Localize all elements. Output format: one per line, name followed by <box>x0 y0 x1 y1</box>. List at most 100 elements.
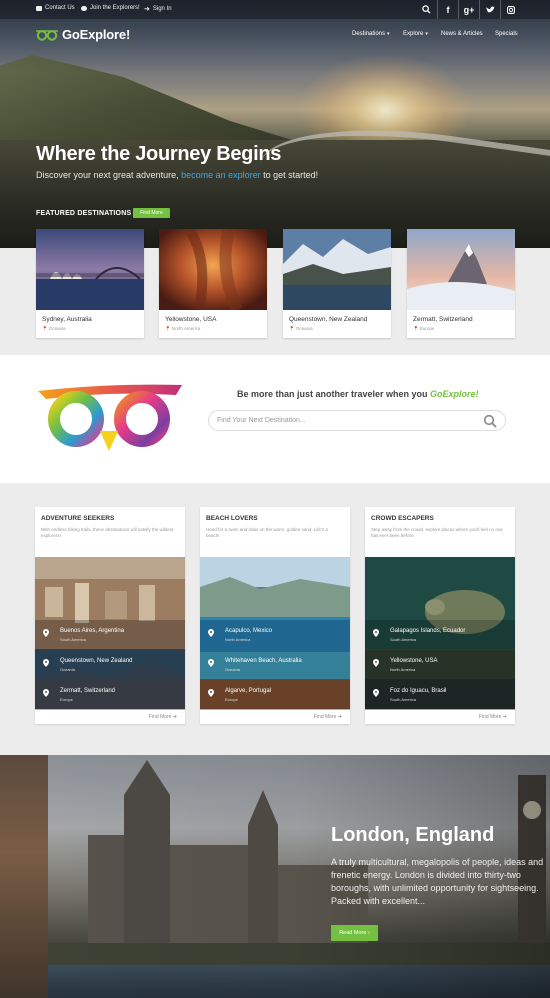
instagram-icon[interactable] <box>500 0 521 19</box>
location-pin-icon <box>208 659 214 667</box>
chat-icon <box>81 5 87 11</box>
chevron-right-icon: › <box>367 930 370 936</box>
card-region-label: Europe <box>419 326 435 331</box>
list-item[interactable]: Whitehaven Beach, Australia Oceania <box>200 650 350 680</box>
brand-logo[interactable]: GoExplore! <box>36 27 130 42</box>
nav-destinations[interactable]: Destinations ▾ <box>352 31 390 37</box>
read-more-button[interactable]: Read More › <box>331 925 378 941</box>
tagline-text: Be more than just another traveler when … <box>237 389 431 399</box>
nav-explore-label: Explore <box>403 31 424 37</box>
contact-us-link[interactable]: Contact Us <box>36 5 75 11</box>
list-item[interactable]: Galapagos Islands, Ecuador South America <box>365 620 515 650</box>
google-plus-icon[interactable]: g+ <box>458 0 479 19</box>
list-item-region: Europe <box>60 697 73 702</box>
nav-destinations-label: Destinations <box>352 31 386 37</box>
twitter-icon[interactable] <box>479 0 500 19</box>
featured-destinations-heading: FEATURED DESTINATIONS <box>36 210 132 217</box>
brand-prefix: Go <box>62 27 80 42</box>
location-pin-icon <box>208 629 214 637</box>
sign-in-link[interactable]: ➜ Sign In <box>144 5 172 13</box>
list-item[interactable]: Foz do Iguacu, Brasil South America <box>365 680 515 710</box>
search-icon[interactable] <box>416 0 437 19</box>
destination-card-sydney[interactable]: Sydney, Australia 📍 Oceania <box>36 229 144 338</box>
category-description: Head for a swim and relax on the warm, g… <box>206 527 328 538</box>
list-item[interactable]: Yellowstone, USA North America <box>365 650 515 680</box>
card-title: Zermatt, Switzerland <box>413 316 473 323</box>
list-item[interactable]: Algarve, Portugal Europe <box>200 680 350 710</box>
queenstown-image <box>283 229 391 310</box>
hero-subtitle-text-end: to get started! <box>260 170 319 180</box>
find-more-label: Find More <box>313 714 337 720</box>
contact-us-label: Contact Us <box>45 5 75 11</box>
chevron-right-icon: ➔ <box>337 714 342 720</box>
category-adventure-seekers: ADVENTURE SEEKERS With endless hiking tr… <box>35 507 185 724</box>
join-label: Join the Explorers! <box>90 5 140 11</box>
nav-news-articles[interactable]: News & Articles <box>441 31 483 37</box>
tagline-brand: GoExplore! <box>430 389 479 399</box>
card-region-label: Oceania <box>295 326 313 331</box>
location-pin-icon <box>373 629 379 637</box>
zermatt-image <box>407 229 515 310</box>
card-region-label: North America <box>171 326 201 331</box>
list-item-region: South America <box>390 637 417 642</box>
list-item-region: Oceania <box>225 667 240 672</box>
chevron-right-icon: ➔ <box>172 714 177 720</box>
card-region: 📍 Europe <box>413 326 435 331</box>
facebook-icon[interactable]: f <box>437 0 458 19</box>
category-description: With endless hiking trails, these destin… <box>41 527 174 538</box>
owl-logo-large-icon <box>38 384 182 451</box>
card-region-label: Oceania <box>48 326 66 331</box>
list-item-title: Zermatt, Switzerland <box>60 688 116 694</box>
list-item[interactable]: Queenstown, New Zealand Oceania <box>35 650 185 680</box>
location-pin-icon <box>43 689 49 697</box>
list-item-region: South America <box>60 637 87 642</box>
destination-card-queenstown[interactable]: Queenstown, New Zealand 📍 Oceania <box>283 229 391 338</box>
spotlight-title: London, England <box>331 824 495 846</box>
owl-logo-icon <box>36 29 58 41</box>
list-item-title: Whitehaven Beach, Australia <box>225 658 302 664</box>
hero-title: Where the Journey Begins <box>36 143 282 165</box>
hero-subtitle: Discover your next great adventure, beco… <box>36 170 318 180</box>
top-bar: Contact Us Join the Explorers! ➜ Sign In… <box>0 0 550 19</box>
destination-search-input[interactable]: Find Your Next Destination... <box>208 410 506 431</box>
find-more-link[interactable]: Find More ➔ <box>479 714 507 720</box>
search-tagline: Be more than just another traveler when … <box>237 389 479 399</box>
find-more-link[interactable]: Find More ➔ <box>314 714 342 720</box>
find-more-link[interactable]: Find More ➔ <box>149 714 177 720</box>
location-pin-icon <box>373 689 379 697</box>
join-link[interactable]: Join the Explorers! <box>81 5 140 11</box>
category-crowd-escapers: CROWD ESCAPERS Step away from the crowd,… <box>365 507 515 724</box>
location-pin-icon <box>43 659 49 667</box>
find-more-label: Find More <box>148 714 172 720</box>
become-explorer-link[interactable]: become an explorer <box>181 170 261 180</box>
brand-name: GoExplore! <box>62 27 130 42</box>
location-pin-icon <box>208 689 214 697</box>
chevron-down-icon: ▾ <box>425 31 428 37</box>
list-item[interactable]: Zermatt, Switzerland Europe <box>35 680 185 710</box>
destination-card-yellowstone[interactable]: Yellowstone, USA 📍 North America <box>159 229 267 338</box>
nav-specials[interactable]: Specials <box>495 31 518 37</box>
nav-explore[interactable]: Explore ▾ <box>403 31 428 37</box>
list-item-region: North America <box>390 667 416 672</box>
location-pin-icon <box>43 629 49 637</box>
search-icon[interactable] <box>483 414 497 428</box>
card-region: 📍 Oceania <box>289 326 313 331</box>
featured-find-more-button[interactable]: Find More <box>133 208 170 218</box>
read-more-label: Read More <box>339 930 367 936</box>
list-item-title: Foz do Iguacu, Brasil <box>390 688 447 694</box>
destination-card-zermatt[interactable]: Zermatt, Switzerland 📍 Europe <box>407 229 515 338</box>
list-item-title: Galapagos Islands, Ecuador <box>390 628 466 634</box>
card-title: Sydney, Australia <box>42 316 92 323</box>
sign-in-icon: ➜ <box>144 6 150 13</box>
list-item-title: Queenstown, New Zealand <box>60 658 133 664</box>
list-item-title: Buenos Aires, Argentina <box>60 628 125 634</box>
brand-suffix: Explore! <box>79 27 131 42</box>
list-item[interactable]: Buenos Aires, Argentina South America <box>35 620 185 650</box>
yellowstone-image <box>159 229 267 310</box>
list-item[interactable]: Acapulco, Mexico North America <box>200 620 350 650</box>
list-item-region: Europe <box>225 697 238 702</box>
search-placeholder: Find Your Next Destination... <box>217 417 306 424</box>
list-item-title: Yellowstone, USA <box>390 658 438 664</box>
card-title: Yellowstone, USA <box>165 316 217 323</box>
find-more-label: Find More <box>478 714 502 720</box>
